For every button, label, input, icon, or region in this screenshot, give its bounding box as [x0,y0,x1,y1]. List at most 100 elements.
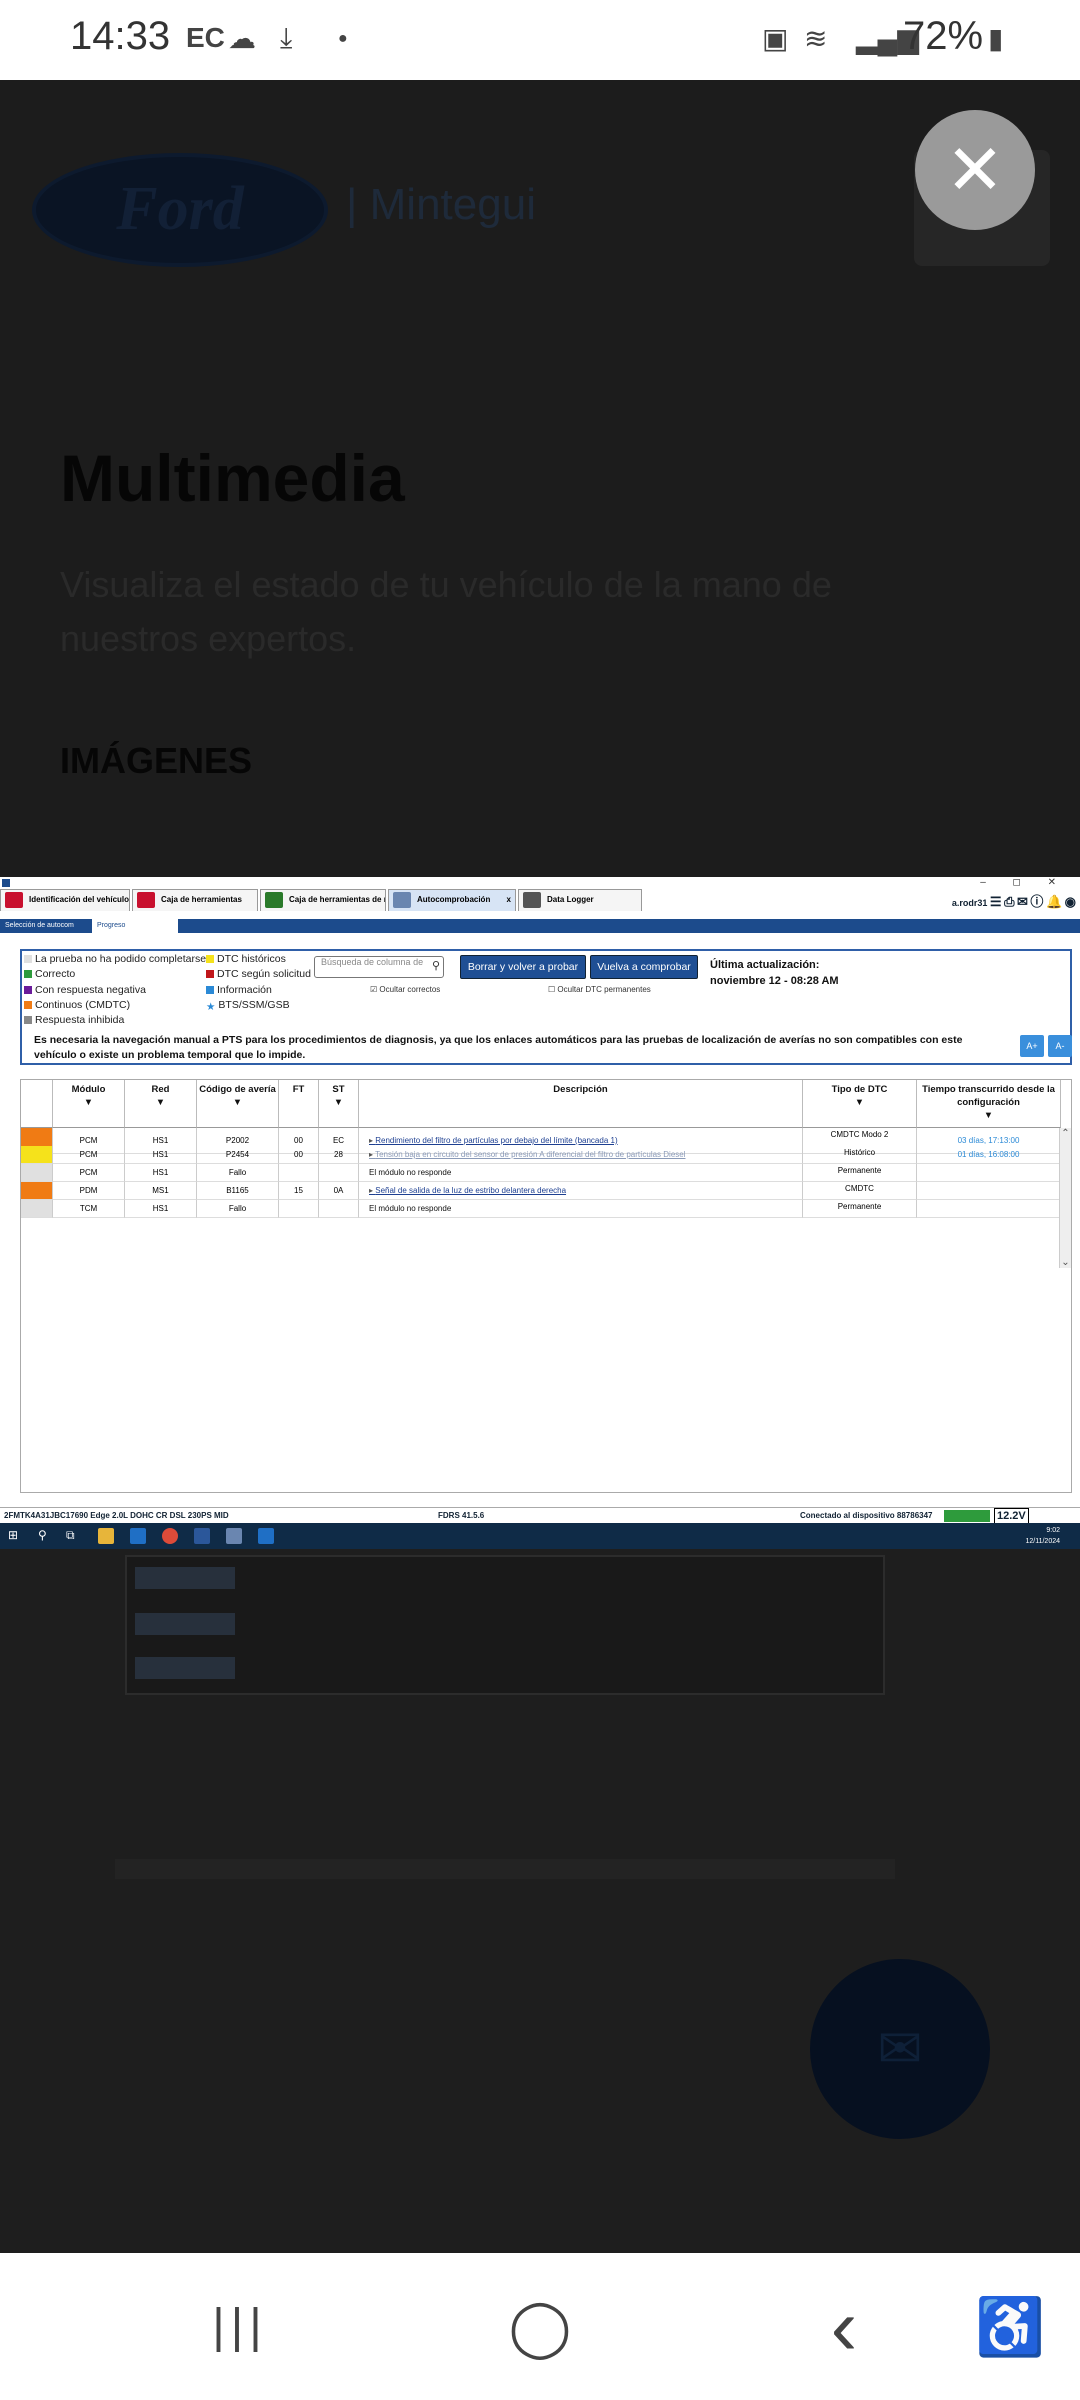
scroll-up-icon[interactable]: ⌃ [1060,1128,1071,1139]
cell-elapsed [917,1200,1061,1218]
cell-elapsed: 01 días, 16:08:00 [917,1146,1061,1164]
header-elapsed[interactable]: Tiempo transcurrido desde la configuraci… [917,1080,1061,1128]
broadcast-icon[interactable]: ◉ [1065,894,1076,909]
accessibility-button[interactable]: ♿ [950,2253,1070,2400]
legend-label: Respuesta inhibida [35,1014,125,1026]
grid-scrollbar[interactable]: ⌃ ⌄ [1059,1128,1071,1268]
print-icon[interactable]: ⎙ [1004,894,1014,909]
outlook-icon[interactable] [130,1528,146,1544]
star-icon: ★ [206,1001,216,1014]
sort-icon: ▼ [854,1097,865,1108]
cell-desc[interactable]: El módulo no responde [359,1200,803,1218]
help-icon[interactable]: ⓘ [1030,894,1043,909]
last-update: Última actualización: noviembre 12 - 08:… [710,957,839,989]
table-row[interactable]: PCM HS1 Fallo El módulo no responde Permanen… [21,1164,1061,1182]
bell-icon[interactable]: 🔔 [1046,894,1062,909]
chrome-icon[interactable] [162,1528,178,1544]
dtc-grid: Módulo ▼ Red ▼ Código de avería ▼ FT ST ▼ De… [20,1079,1072,1493]
cell-code: Fallo [197,1164,279,1182]
legend-swatch [24,986,32,995]
windows-start-icon[interactable]: ⊞ [8,1528,24,1544]
header-dtc-type[interactable]: Tipo de DTC ▼ [803,1080,917,1128]
header-module[interactable]: Módulo ▼ [53,1080,125,1128]
mail-icon[interactable]: ✉ [1017,894,1028,909]
system-tray: 9:02 12/11/2024 [1025,1525,1060,1547]
version-label: FDRS 41.5.6 [438,1511,485,1520]
tab-close-icon[interactable]: x [507,890,511,910]
tab-vehicle-id[interactable]: Identificación del vehículo [0,889,130,911]
tab-label: Autocomprobación [417,895,491,904]
cell-desc[interactable]: ▸ Señal de salida de la luz de estribo d… [359,1182,803,1200]
subtab-selection[interactable]: Selección de autocom [0,919,90,933]
header-status [21,1080,53,1128]
back-button[interactable]: ‹ [784,2253,904,2400]
cell-net: HS1 [125,1164,197,1182]
mail-fab-icon: ✉ [810,1959,990,2139]
fdrs-taskbar-icon[interactable] [226,1528,242,1544]
wifi-icon: ≋ [804,23,828,54]
cell-module: PDM [53,1182,125,1200]
tab-self-test[interactable]: Autocomprobación x [388,889,516,911]
column-search-input[interactable]: Búsqueda de columna de ⚲ [314,956,444,978]
cell-desc[interactable]: El módulo no responde [359,1164,803,1182]
search-icon[interactable]: ⚲ [38,1528,54,1544]
cell-st [319,1164,359,1182]
cell-ft [279,1200,319,1218]
header-network[interactable]: Red ▼ [125,1080,197,1128]
tab-module-toolbox[interactable]: Caja de herramientas de m [260,889,386,911]
legend-label: DTC según solicitud [217,968,311,980]
hide-permanent-checkbox[interactable]: ☐ Ocultar DTC permanentes [548,985,651,994]
recents-button[interactable]: ||| [180,2253,300,2400]
table-row[interactable]: PDM MS1 B1165 15 0A ▸ Señal de salida de la l… [21,1182,1061,1200]
clear-and-retest-button[interactable]: Borrar y volver a probar [460,955,586,979]
sort-icon: ▼ [333,1097,344,1108]
header-dtc-code[interactable]: Código de avería ▼ [197,1080,279,1128]
tab-toolbox[interactable]: Caja de herramientas [132,889,258,911]
search-placeholder: Búsqueda de columna de [321,957,424,967]
recheck-button[interactable]: Vuelva a comprobar [590,955,698,979]
windows-taskbar: ⊞ ⚲ ⧉ 9:02 12/11/2024 [0,1523,1080,1549]
dealer-name: | Mintegui [346,180,536,229]
expand-icon[interactable]: ▸ [369,1186,375,1195]
scroll-down-icon[interactable]: ⌄ [1060,1257,1071,1268]
font-decrease-button[interactable]: A- [1048,1035,1072,1057]
background-table-row [135,1567,235,1589]
expand-icon[interactable]: ▸ [369,1136,375,1145]
cell-code: Fallo [197,1200,279,1218]
dot-icon: ● [338,30,348,47]
header-label: Módulo [71,1084,106,1095]
table-row[interactable]: TCM HS1 Fallo El módulo no responde Permanen… [21,1200,1061,1218]
legend-label: DTC históricos [217,953,286,965]
menu-icon[interactable]: ☰ [990,894,1002,909]
page-title: Multimedia [60,441,405,515]
module-icon [265,891,283,908]
background-footer [115,1859,895,1879]
subtab-progress[interactable]: Progreso [92,919,178,933]
expand-icon[interactable]: ▸ [369,1150,375,1159]
control-panel: La prueba no ha podido completarse Corre… [20,949,1072,1065]
cell-ft: 15 [279,1182,319,1200]
explorer-icon[interactable] [98,1528,114,1544]
home-button[interactable]: ◯ [480,2253,600,2400]
tab-data-logger[interactable]: Data Logger [518,889,642,911]
diagnostic-screenshot: – ◻ ✕ Identificación del vehículo Caja d… [0,877,1080,1549]
task-view-icon[interactable]: ⧉ [66,1528,82,1544]
cell-elapsed [917,1164,1061,1182]
window-controls[interactable]: – ◻ ✕ [980,877,1068,888]
cell-desc[interactable]: ▸ Tensión baja en circuito del sensor de… [359,1146,803,1164]
header-st[interactable]: ST ▼ [319,1080,359,1128]
header-description[interactable]: Descripción [359,1080,803,1128]
header-ft[interactable]: FT [279,1080,319,1128]
table-row[interactable]: PCM HS1 P2454 00 28 ▸ Tensión baja en circuit… [21,1146,1061,1164]
hide-correct-checkbox[interactable]: ☑ Ocultar correctos [370,985,440,994]
close-viewer-button[interactable]: ✕ [915,110,1035,230]
header-label: Código de avería [199,1084,276,1095]
font-increase-button[interactable]: A+ [1020,1035,1044,1057]
user-name: a.rodr31 [951,898,988,908]
app-taskbar-icon[interactable] [258,1528,274,1544]
cell-ft [279,1164,319,1182]
background-page: Ford | Mintegui Multimedia Visualiza el … [0,80,1080,877]
sort-icon: ▼ [155,1097,166,1108]
word-icon[interactable] [194,1528,210,1544]
header-label: FT [292,1084,305,1095]
